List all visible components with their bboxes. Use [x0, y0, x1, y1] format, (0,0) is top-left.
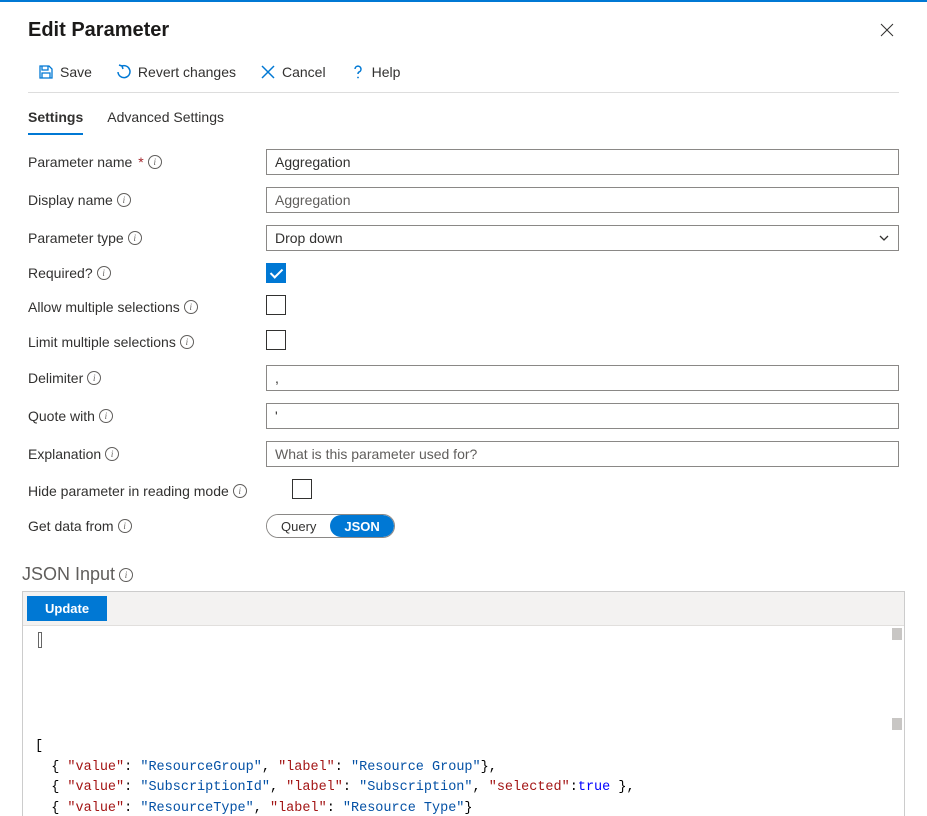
info-icon[interactable]: i [97, 266, 111, 280]
required-checkbox[interactable] [266, 263, 286, 283]
cancel-button[interactable]: Cancel [250, 60, 336, 84]
info-icon[interactable]: i [119, 568, 133, 582]
label-parameter-type: Parameter type i [28, 230, 266, 246]
scrollbar-thumb[interactable] [892, 628, 902, 640]
update-button[interactable]: Update [27, 596, 107, 621]
help-button[interactable]: Help [340, 60, 411, 84]
settings-form: Parameter name* i Display name i Paramet… [0, 135, 927, 538]
revert-label: Revert changes [138, 64, 236, 80]
label-get-data-from: Get data from i [28, 518, 266, 534]
save-label: Save [60, 64, 92, 80]
label-required: Required? i [28, 265, 266, 281]
label-delimiter: Delimiter i [28, 370, 266, 386]
hide-parameter-checkbox[interactable] [292, 479, 312, 499]
toggle-query[interactable]: Query [267, 515, 330, 537]
cancel-label: Cancel [282, 64, 326, 80]
info-icon[interactable]: i [118, 519, 132, 533]
explanation-input[interactable] [266, 441, 899, 467]
save-button[interactable]: Save [28, 60, 102, 84]
cancel-icon [260, 64, 276, 80]
parameter-name-input[interactable] [266, 149, 899, 175]
panel-header: Edit Parameter [0, 2, 927, 52]
editor-toolbar: Update [23, 592, 904, 626]
info-icon[interactable]: i [184, 300, 198, 314]
edit-parameter-panel: Edit Parameter Save Revert changes Cance… [0, 0, 927, 816]
parameter-type-value: Drop down [275, 230, 343, 246]
limit-multiple-checkbox[interactable] [266, 330, 286, 350]
json-code-area[interactable]: [ { "value": "ResourceGroup", "label": "… [23, 626, 904, 816]
info-icon[interactable]: i [105, 447, 119, 461]
quote-with-input[interactable] [266, 403, 899, 429]
label-explanation: Explanation i [28, 446, 266, 462]
text-cursor [38, 632, 42, 648]
toolbar: Save Revert changes Cancel Help [28, 52, 899, 93]
required-asterisk: * [138, 154, 143, 170]
scrollbar-thumb[interactable] [892, 718, 902, 730]
label-allow-multiple: Allow multiple selections i [28, 299, 266, 315]
help-label: Help [372, 64, 401, 80]
info-icon[interactable]: i [87, 371, 101, 385]
tab-settings[interactable]: Settings [28, 105, 83, 135]
info-icon[interactable]: i [180, 335, 194, 349]
revert-button[interactable]: Revert changes [106, 60, 246, 84]
tab-bar: Settings Advanced Settings [0, 93, 927, 135]
json-input-header: JSON Input i [0, 550, 927, 591]
parameter-type-select[interactable]: Drop down [266, 225, 899, 251]
info-icon[interactable]: i [148, 155, 162, 169]
revert-icon [116, 64, 132, 80]
delimiter-input[interactable] [266, 365, 899, 391]
panel-title: Edit Parameter [28, 19, 169, 42]
display-name-input[interactable] [266, 187, 899, 213]
info-icon[interactable]: i [128, 231, 142, 245]
tab-advanced-settings[interactable]: Advanced Settings [107, 105, 224, 135]
save-icon [38, 64, 54, 80]
json-editor: Update [ { "value": "ResourceGroup", "la… [22, 591, 905, 816]
label-quote-with: Quote with i [28, 408, 266, 424]
info-icon[interactable]: i [233, 484, 247, 498]
close-button[interactable] [875, 18, 899, 42]
allow-multiple-checkbox[interactable] [266, 295, 286, 315]
label-parameter-name: Parameter name* i [28, 154, 266, 170]
chevron-down-icon [878, 232, 890, 244]
get-data-toggle: Query JSON [266, 514, 395, 538]
help-icon [350, 64, 366, 80]
label-display-name: Display name i [28, 192, 266, 208]
close-icon [880, 23, 894, 37]
info-icon[interactable]: i [117, 193, 131, 207]
label-hide-parameter: Hide parameter in reading mode i [28, 483, 292, 499]
label-limit-multiple: Limit multiple selections i [28, 334, 266, 350]
toggle-json[interactable]: JSON [330, 515, 393, 537]
info-icon[interactable]: i [99, 409, 113, 423]
